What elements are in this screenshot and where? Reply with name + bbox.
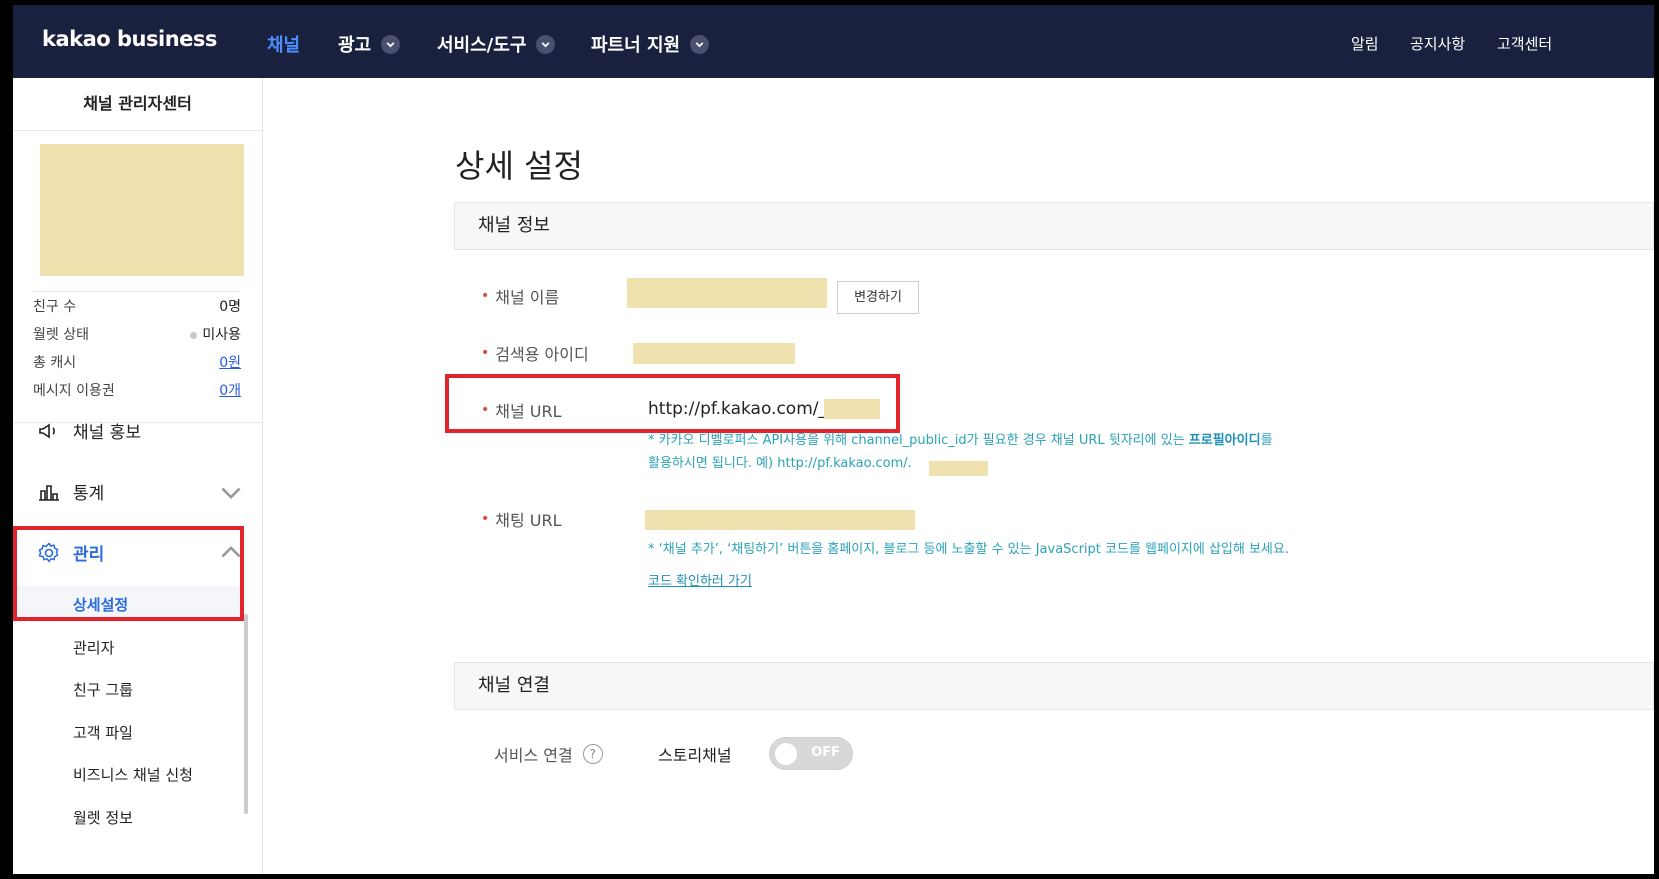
status-dot-icon xyxy=(190,331,198,339)
help-icon[interactable]: ? xyxy=(582,744,603,764)
highlight-box xyxy=(13,526,244,621)
stat-message-voucher: 메시지 이용권 0개 xyxy=(33,380,241,400)
submenu-wallet-info[interactable]: 월렛 정보 xyxy=(73,807,133,828)
sidebar-title: 채널 관리자센터 xyxy=(13,78,262,131)
menu-label: 통계 xyxy=(73,484,105,504)
change-name-button[interactable]: 변경하기 xyxy=(837,281,919,314)
story-channel-label: 스토리채널 xyxy=(658,746,732,765)
code-check-link[interactable]: 코드 확인하러 가기 xyxy=(648,570,752,589)
sidebar: 채널 관리자센터 친구 수 0명 월렛 상태 미사용 총 캐시 0원 메시지 이… xyxy=(13,78,263,874)
search-id-value xyxy=(633,343,795,364)
nav-services-label: 서비스/도구 xyxy=(437,35,527,56)
nav-channel-label: 채널 xyxy=(267,35,301,56)
note-bold: 프로필아이디 xyxy=(1188,433,1261,448)
submenu-friend-group[interactable]: 친구 그룹 xyxy=(73,679,133,700)
stat-voucher-link[interactable]: 0개 xyxy=(219,380,241,400)
nav-ads[interactable]: 광고 xyxy=(338,31,401,57)
field-label-text: 채널 이름 xyxy=(495,288,560,307)
channel-name-value xyxy=(627,278,827,308)
chevron-down-icon xyxy=(690,34,710,54)
required-dot-icon: • xyxy=(481,511,490,527)
chevron-down-icon xyxy=(221,487,241,499)
field-chat-url: • 채팅 URL xyxy=(481,507,562,531)
nav-partner-label: 파트너 지원 xyxy=(591,35,681,56)
stat-cash: 총 캐시 0원 xyxy=(33,352,241,372)
app-window: kakao business 채널 광고 서비스/도구 파트너 지원 알림 공지… xyxy=(13,5,1654,874)
sidebar-scrollbar[interactable] xyxy=(244,614,248,814)
nav-channel[interactable]: 채널 xyxy=(267,31,300,57)
note-text: 를 xyxy=(1260,433,1273,448)
stat-value-text: 미사용 xyxy=(202,327,241,343)
section-channel-connect: 채널 연결 xyxy=(454,662,1654,710)
stat-value: 미사용 xyxy=(190,324,241,344)
menu-label: 채널 홍보 xyxy=(73,423,141,443)
field-label-text: 채팅 URL xyxy=(495,511,562,530)
submenu-admins[interactable]: 관리자 xyxy=(73,637,114,658)
required-dot-icon: • xyxy=(481,345,490,361)
menu-stats[interactable]: 통계 xyxy=(37,479,243,504)
field-service-connect: 서비스 연결 ? xyxy=(494,742,603,766)
chat-url-value xyxy=(645,510,915,530)
nav-ads-label: 광고 xyxy=(338,35,372,56)
menu-channel-promo[interactable]: 채널 홍보 xyxy=(37,418,141,443)
stat-friends: 친구 수 0명 xyxy=(33,296,241,316)
stat-cash-link[interactable]: 0원 xyxy=(219,352,241,372)
story-channel-toggle[interactable]: OFF xyxy=(769,737,853,770)
required-dot-icon: • xyxy=(481,288,490,304)
chat-url-note: * ‘채널 추가’, ‘채팅하기’ 버튼을 홈페이지, 블로그 등에 노출할 수… xyxy=(648,542,1289,557)
chevron-down-icon xyxy=(536,34,556,54)
stat-label: 총 캐시 xyxy=(33,355,77,371)
nav-services[interactable]: 서비스/도구 xyxy=(437,31,556,57)
stat-wallet: 월렛 상태 미사용 xyxy=(33,324,241,344)
field-channel-name: • 채널 이름 xyxy=(481,284,559,308)
toggle-state-text: OFF xyxy=(811,745,840,760)
nav-customer-center[interactable]: 고객센터 xyxy=(1497,33,1552,54)
submenu-business-channel[interactable]: 비즈니스 채널 신청 xyxy=(73,764,193,785)
stat-label: 메시지 이용권 xyxy=(33,383,115,399)
highlight-box xyxy=(445,374,900,433)
field-label-text: 검색용 아이디 xyxy=(495,345,589,364)
section-channel-info: 채널 정보 xyxy=(454,202,1654,250)
stat-label: 친구 수 xyxy=(33,299,77,315)
bar-chart-icon xyxy=(39,484,59,501)
page-title: 상세 설정 xyxy=(455,147,583,185)
field-search-id: • 검색용 아이디 xyxy=(481,341,589,365)
nav-notices[interactable]: 공지사항 xyxy=(1410,33,1465,54)
nav-notifications[interactable]: 알림 xyxy=(1351,33,1379,54)
field-label-text: 서비스 연결 xyxy=(494,746,573,765)
divider xyxy=(33,291,241,292)
note-text: * 카카오 디벨로퍼스 API사용을 위해 channel_public_id가… xyxy=(648,433,1189,448)
nav-partner[interactable]: 파트너 지원 xyxy=(591,31,710,57)
top-nav: kakao business 채널 광고 서비스/도구 파트너 지원 알림 공지… xyxy=(13,5,1654,78)
stat-label: 월렛 상태 xyxy=(33,327,89,343)
toggle-knob xyxy=(775,743,797,765)
main-content: 상세 설정 채널 정보 • 채널 이름 변경하기 • 검색용 아이디 • 채널 … xyxy=(262,78,1654,874)
megaphone-icon xyxy=(39,423,55,438)
stat-value: 0명 xyxy=(219,299,241,315)
profile-image[interactable] xyxy=(40,144,244,276)
channel-url-note-2: 활용하시면 됩니다. 예) http://pf.kakao.com/. xyxy=(648,456,912,471)
chevron-down-icon xyxy=(381,34,401,54)
example-url-masked xyxy=(929,461,988,476)
submenu-customer-file[interactable]: 고객 파일 xyxy=(73,722,133,743)
logo[interactable]: kakao business xyxy=(42,27,217,51)
